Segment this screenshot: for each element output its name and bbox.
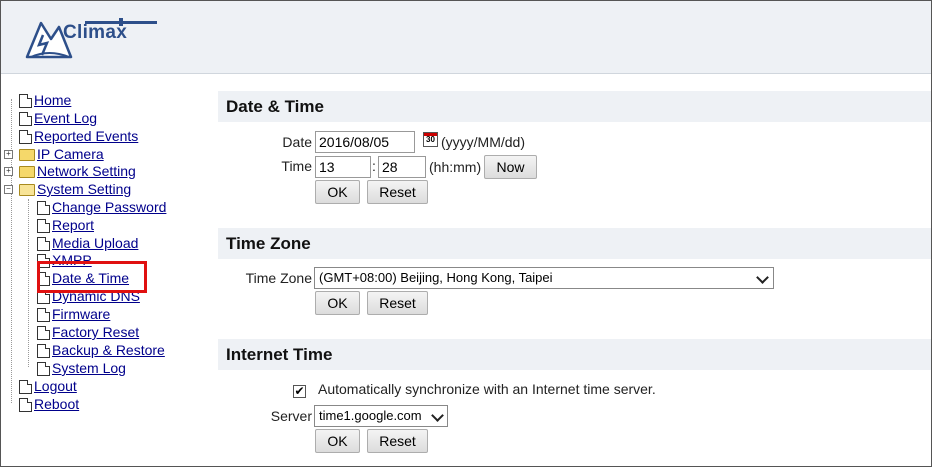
sidebar-item-media-upload[interactable]: Media Upload	[37, 235, 138, 252]
date-time-section-header: Date & Time	[218, 91, 931, 122]
sidebar-item-reported-events[interactable]: Reported Events	[19, 128, 138, 145]
date-time-ok-button[interactable]: OK	[315, 180, 360, 204]
page-icon	[37, 325, 50, 340]
internet-time-ok-button[interactable]: OK	[315, 429, 360, 453]
sidebar-item-change-password[interactable]: Change Password	[37, 199, 166, 216]
sidebar-item-event-log[interactable]: Event Log	[19, 110, 97, 127]
time-format-hint: (hh:mm)	[429, 159, 482, 175]
time-zone-select[interactable]: (GMT+08:00) Beijing, Hong Kong, Taipei	[314, 267, 774, 289]
page-icon	[37, 218, 50, 233]
sidebar-item-reboot[interactable]: Reboot	[19, 396, 79, 413]
sidebar-link-factory-reset[interactable]: Factory Reset	[52, 324, 139, 341]
folder-open-icon	[19, 183, 35, 196]
page-icon	[37, 200, 50, 215]
time-zone-title: Time Zone	[226, 234, 311, 253]
folder-icon	[19, 148, 35, 161]
server-select[interactable]: time1.google.com	[314, 405, 448, 427]
date-input[interactable]	[315, 131, 415, 153]
date-format-hint: (yyyy/MM/dd)	[441, 134, 525, 150]
date-time-title: Date & Time	[226, 97, 324, 116]
sidebar-link-system-setting[interactable]: System Setting	[37, 181, 131, 198]
date-time-reset-button[interactable]: Reset	[367, 180, 428, 204]
page-icon	[37, 236, 50, 251]
time-separator: :	[372, 158, 376, 174]
selection-highlight	[37, 261, 147, 293]
time-zone-reset-button[interactable]: Reset	[367, 291, 428, 315]
server-value: time1.google.com	[319, 408, 422, 423]
sidebar-link-firmware[interactable]: Firmware	[52, 306, 110, 323]
collapse-icon[interactable]: −	[4, 185, 13, 194]
sidebar-link-network-setting[interactable]: Network Setting	[37, 163, 136, 180]
time-zone-ok-button[interactable]: OK	[315, 291, 360, 315]
sidebar-link-event-log[interactable]: Event Log	[34, 110, 97, 127]
page-icon	[19, 93, 32, 108]
sidebar-link-logout[interactable]: Logout	[34, 378, 77, 395]
sidebar-item-home[interactable]: Home	[19, 92, 71, 109]
now-button[interactable]: Now	[484, 155, 537, 179]
date-label: Date	[282, 134, 312, 150]
chevron-down-icon	[756, 271, 769, 284]
sidebar-link-system-log[interactable]: System Log	[52, 360, 126, 377]
minute-input[interactable]	[378, 156, 426, 178]
page-icon	[37, 307, 50, 322]
hour-input[interactable]	[315, 156, 371, 178]
sidebar-link-home[interactable]: Home	[34, 92, 71, 109]
sidebar-item-logout[interactable]: Logout	[19, 378, 77, 395]
sidebar-item-backup-restore[interactable]: Backup & Restore	[37, 342, 165, 359]
sidebar-link-report[interactable]: Report	[52, 217, 94, 234]
page-frame: Climax Home Event Log Reported Events + …	[0, 0, 932, 467]
server-label: Server	[270, 408, 312, 424]
tree-connector	[11, 99, 12, 403]
sidebar-link-reboot[interactable]: Reboot	[34, 396, 79, 413]
folder-icon	[19, 165, 35, 178]
sidebar-item-factory-reset[interactable]: Factory Reset	[37, 324, 139, 341]
time-zone-section-header: Time Zone	[218, 228, 931, 259]
sidebar-item-system-setting[interactable]: System Setting	[19, 181, 131, 198]
sidebar-item-system-log[interactable]: System Log	[37, 360, 126, 377]
tree-connector	[28, 199, 29, 367]
header-bar: Climax	[1, 1, 931, 74]
internet-time-section-header: Internet Time	[218, 339, 931, 370]
page-icon	[37, 361, 50, 376]
page-icon	[19, 111, 32, 126]
sidebar-link-change-password[interactable]: Change Password	[52, 199, 166, 216]
time-zone-label: Time Zone	[245, 270, 312, 286]
sidebar-link-media-upload[interactable]: Media Upload	[52, 235, 138, 252]
sidebar-link-ip-camera[interactable]: IP Camera	[37, 146, 104, 163]
expand-icon[interactable]: +	[4, 150, 13, 159]
logo-text: Climax	[63, 22, 128, 43]
calendar-icon[interactable]: 30	[423, 132, 438, 147]
sidebar-item-network-setting[interactable]: Network Setting	[19, 163, 136, 180]
auto-sync-checkbox[interactable]: ✔	[293, 385, 306, 398]
internet-time-title: Internet Time	[226, 345, 333, 364]
expand-icon[interactable]: +	[4, 167, 13, 176]
sidebar-item-ip-camera[interactable]: IP Camera	[19, 146, 104, 163]
time-zone-value: (GMT+08:00) Beijing, Hong Kong, Taipei	[319, 270, 553, 285]
auto-sync-label: Automatically synchronize with an Intern…	[318, 381, 656, 397]
sidebar-link-backup-restore[interactable]: Backup & Restore	[52, 342, 165, 359]
sidebar-item-report[interactable]: Report	[37, 217, 94, 234]
time-label: Time	[281, 158, 312, 174]
page-icon	[37, 343, 50, 358]
sidebar-link-reported-events[interactable]: Reported Events	[34, 128, 138, 145]
internet-time-reset-button[interactable]: Reset	[367, 429, 428, 453]
page-icon	[19, 397, 32, 412]
sidebar-item-firmware[interactable]: Firmware	[37, 306, 110, 323]
page-icon	[19, 129, 32, 144]
page-icon	[19, 379, 32, 394]
chevron-down-icon	[431, 409, 444, 422]
